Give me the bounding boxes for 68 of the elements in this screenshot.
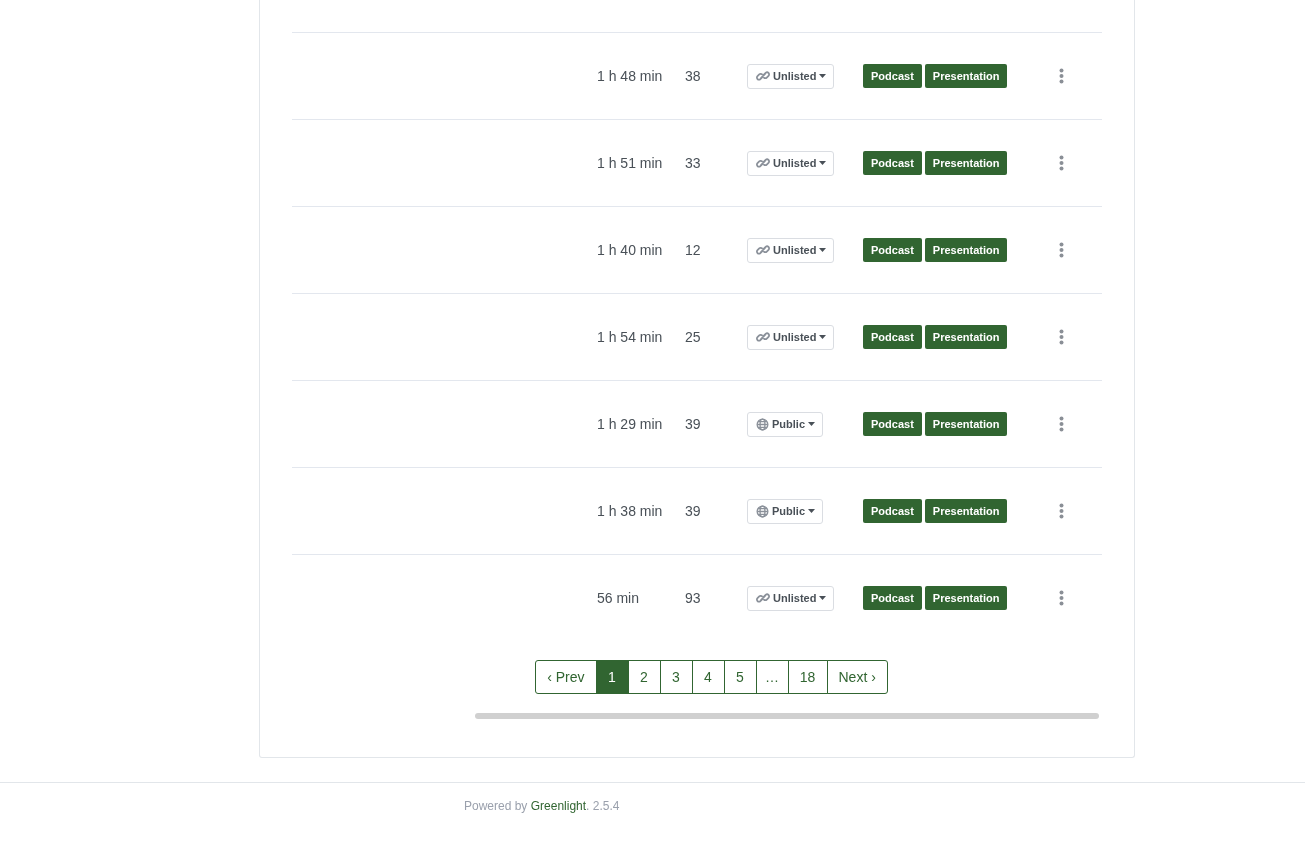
globe-icon xyxy=(756,417,769,431)
format-badge: Presentation xyxy=(924,412,1008,436)
duration-text: 1 h 48 min xyxy=(597,68,664,84)
caret-icon xyxy=(808,509,815,513)
format-badge: Podcast xyxy=(863,586,922,610)
format-badge: Presentation xyxy=(924,586,1008,610)
format-badge: Podcast xyxy=(863,499,922,523)
visibility-dropdown[interactable]: Public xyxy=(747,498,823,524)
link-icon xyxy=(756,330,770,344)
format-badge: Presentation xyxy=(924,238,1008,262)
caret-icon xyxy=(819,596,827,600)
prev-link[interactable]: ‹ Prev xyxy=(535,660,597,694)
format-badge: Presentation xyxy=(924,499,1008,523)
duration-text: 56 min xyxy=(597,590,641,606)
visibility-dropdown[interactable]: Unlisted xyxy=(747,324,835,350)
duration-text: 1 h 54 min xyxy=(597,329,664,345)
more-icon[interactable] xyxy=(1059,329,1064,345)
visibility-dropdown[interactable]: Unlisted xyxy=(747,585,835,611)
more-icon[interactable] xyxy=(1059,242,1064,258)
format-badge: Podcast xyxy=(863,151,922,175)
more-icon[interactable] xyxy=(1059,155,1064,171)
more-icon[interactable] xyxy=(1059,590,1064,606)
page-link[interactable]: 5 xyxy=(723,660,757,694)
views-count: 12 xyxy=(685,242,702,258)
duration-text: 1 h 51 min xyxy=(597,155,664,171)
format-badge: Presentation xyxy=(924,151,1008,175)
views-count: 25 xyxy=(685,329,702,345)
caret-icon xyxy=(819,335,827,339)
visibility-dropdown[interactable]: Unlisted xyxy=(747,63,835,89)
views-count: 39 xyxy=(685,416,702,432)
duration-text: 1 h 40 min xyxy=(597,242,664,258)
link-icon xyxy=(756,69,770,83)
powered-by-text: Powered by xyxy=(464,799,529,813)
format-badge: Presentation xyxy=(924,64,1008,88)
globe-icon xyxy=(756,504,769,518)
more-icon[interactable] xyxy=(1059,503,1064,519)
more-icon[interactable] xyxy=(1059,68,1064,84)
caret-icon xyxy=(819,161,827,165)
more-icon[interactable] xyxy=(1059,416,1064,432)
format-badge: Podcast xyxy=(863,64,922,88)
visibility-dropdown[interactable]: Unlisted xyxy=(747,237,835,263)
duration-text: 1 h 29 min xyxy=(597,416,664,432)
link-icon xyxy=(756,591,770,605)
format-badge: Presentation xyxy=(924,325,1008,349)
next-link[interactable]: Next › xyxy=(826,660,888,694)
scrollbar[interactable] xyxy=(475,713,1099,719)
link-icon xyxy=(756,156,770,170)
duration-text: 1 h 38 min xyxy=(597,503,664,519)
caret-icon xyxy=(808,422,815,426)
page-link[interactable]: 2 xyxy=(627,660,661,694)
page-link[interactable]: 4 xyxy=(691,660,725,694)
format-badge: Podcast xyxy=(863,325,922,349)
views-count: 93 xyxy=(685,590,702,606)
views-count: 33 xyxy=(685,155,702,171)
format-badge: Podcast xyxy=(863,412,922,436)
page-link[interactable]: 3 xyxy=(659,660,693,694)
page-link[interactable]: 18 xyxy=(787,660,828,694)
views-count: 39 xyxy=(685,503,702,519)
visibility-dropdown[interactable]: Unlisted xyxy=(747,150,835,176)
page-link[interactable]: 1 xyxy=(595,660,629,694)
format-badge: Podcast xyxy=(863,238,922,262)
views-count: 38 xyxy=(685,68,702,84)
caret-icon xyxy=(819,74,827,78)
link-icon xyxy=(756,243,770,257)
page-link[interactable]: … xyxy=(755,660,789,694)
version-text: . 2.5.4 xyxy=(586,799,620,813)
caret-icon xyxy=(819,248,827,252)
visibility-dropdown[interactable]: Public xyxy=(747,411,823,437)
